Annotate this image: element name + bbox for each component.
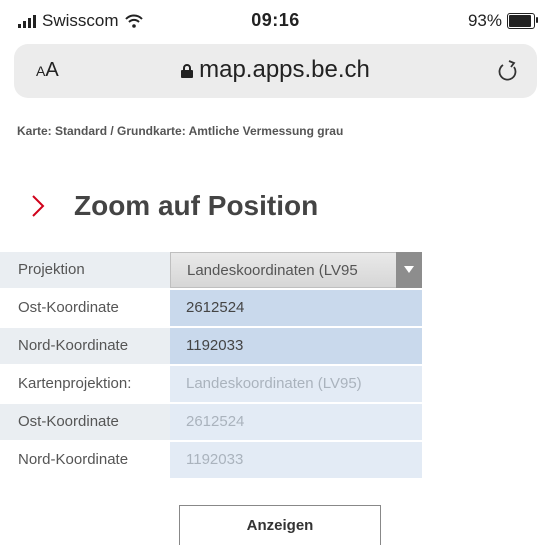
show-button[interactable]: Anzeigen [179,505,381,545]
map-north-field: 1192033 [170,442,422,478]
projection-label: Projektion [0,252,170,288]
url-text: map.apps.be.ch [199,56,370,83]
chevron-right-icon [32,195,45,217]
map-east-label: Ost-Koordinate [0,404,170,440]
map-east-row: Ost-Koordinate 2612524 [0,404,551,442]
reload-icon[interactable] [497,59,519,83]
map-info: Karte: Standard / Grundkarte: Amtliche V… [17,124,344,138]
url-display[interactable]: map.apps.be.ch [14,56,537,84]
address-bar[interactable]: AA map.apps.be.ch [14,44,537,98]
projection-select[interactable]: Landeskoordinaten (LV95 [170,252,422,288]
lock-icon [181,64,194,78]
map-north-label: Nord-Koordinate [0,442,170,478]
status-bar: Swisscom 09:16 93% [0,0,551,38]
east-row: Ost-Koordinate 2612524 [0,290,551,328]
map-projection-field: Landeskoordinaten (LV95) [170,366,422,402]
status-right: 93% [467,11,538,31]
map-north-row: Nord-Koordinate 1192033 [0,442,551,480]
map-projection-row: Kartenprojektion: Landeskoordinaten (LV9… [0,366,551,404]
section-title: Zoom auf Position [74,190,319,221]
north-label: Nord-Koordinate [0,328,170,364]
map-east-field: 2612524 [170,404,422,440]
north-row: Nord-Koordinate 1192033 [0,328,551,366]
east-coordinate-input[interactable]: 2612524 [170,290,422,326]
caret-down-icon [404,266,414,273]
battery-icon [507,13,538,29]
zoom-form: Projektion Landeskoordinaten (LV95 Ost-K… [0,252,551,480]
east-label: Ost-Koordinate [0,290,170,326]
north-coordinate-input[interactable]: 1192033 [170,328,422,364]
map-projection-label: Kartenprojektion: [0,366,170,402]
select-arrow-button[interactable] [396,252,422,288]
projection-row: Projektion Landeskoordinaten (LV95 [0,252,551,290]
battery-percent: 93% [467,11,502,30]
section-heading[interactable]: Zoom auf Position [30,190,318,222]
